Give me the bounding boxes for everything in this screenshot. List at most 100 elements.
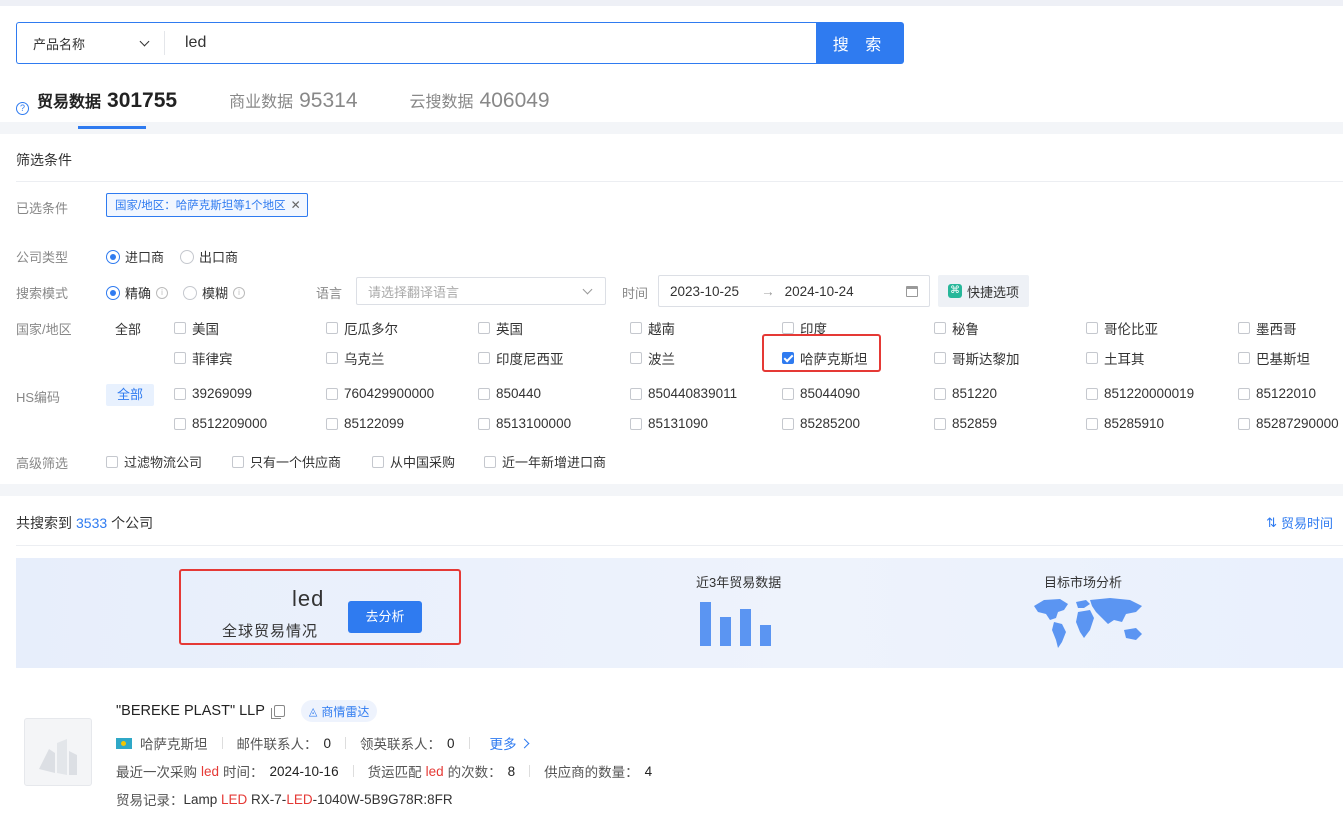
hs-code-checkbox[interactable]: 850440839011 (630, 386, 737, 401)
email-count: 0 (323, 735, 332, 751)
bar-icon-part (700, 602, 711, 646)
radio-importer[interactable]: 进口商 (106, 247, 164, 266)
company-contacts-row: 哈萨克斯坦 邮件联系人： 0 领英联系人： 0 更多 (116, 733, 529, 753)
country-checkbox[interactable]: 越南 (630, 318, 675, 338)
date-from[interactable]: 2023-10-25 (670, 284, 739, 299)
checkbox-label: 土耳其 (1104, 352, 1145, 367)
quick-options-button[interactable]: ⌘ 快捷选项 (938, 275, 1030, 307)
close-icon[interactable]: ✕ (291, 198, 301, 212)
checkbox-box (326, 387, 338, 400)
trade-record-row: 贸易记录： Lamp LED RX-7- LED -1040W-5B9G78R:… (116, 789, 453, 809)
checkbox-label: 从中国采购 (390, 455, 456, 470)
radio-exporter[interactable]: 出口商 (180, 247, 238, 266)
bar-chart-icon[interactable] (700, 600, 778, 646)
checkbox-label: 852859 (952, 416, 998, 431)
selected-condition-chip[interactable]: 国家/地区：哈萨克斯坦等1个地区 ✕ (106, 193, 308, 217)
checkbox-label: 印度尼西亚 (496, 352, 564, 367)
checkbox-label: 85285200 (800, 416, 861, 431)
date-range-picker[interactable]: 2023-10-25 → 2024-10-24 (658, 275, 930, 307)
country-checkbox[interactable]: 英国 (478, 318, 523, 338)
search-field-select[interactable]: 产品名称 (17, 31, 165, 55)
radio-exact[interactable]: 精确 i (106, 283, 169, 302)
country-checkbox[interactable]: 波兰 (630, 348, 675, 368)
tab-cloud-search-data[interactable]: 云搜数据 406049 (410, 80, 550, 128)
hs-code-checkbox[interactable]: 85122099 (326, 416, 404, 431)
hs-code-checkbox[interactable]: 85285910 (1086, 416, 1164, 431)
radio-label: 进口商 (125, 250, 165, 265)
checkbox-box (934, 387, 946, 400)
hs-code-checkbox[interactable]: 760429900000 (326, 386, 434, 401)
hs-code-checkbox[interactable]: 850440 (478, 386, 541, 401)
hs-code-checkbox[interactable]: 852859 (934, 416, 997, 431)
radio-label: 模糊 (202, 286, 229, 301)
country-checkbox[interactable]: 巴基斯坦 (1238, 348, 1310, 368)
country-checkbox[interactable]: 印度尼西亚 (478, 348, 564, 368)
checkbox-box (232, 455, 244, 468)
hs-code-checkbox[interactable]: 85131090 (630, 416, 708, 431)
more-link[interactable]: 更多 (490, 733, 529, 753)
company-name[interactable]: "BEREKE PLAST" LLP (116, 703, 265, 719)
match-prefix: 货运匹配 (367, 765, 422, 780)
company-purchase-row: 最近一次采购 led 时间： 2024-10-16 货运匹配 led 的次数： … (116, 761, 652, 781)
country-checkbox[interactable]: 美国 (174, 318, 219, 338)
radar-tag[interactable]: ◬ 商情雷达 (300, 700, 378, 722)
building-icon (39, 739, 77, 775)
hs-code-checkbox[interactable]: 85285200 (782, 416, 860, 431)
sort-by-trade-time[interactable]: ⇅ 贸易时间 (1266, 513, 1333, 532)
country-checkbox[interactable]: 秘鲁 (934, 318, 979, 338)
hs-code-checkbox[interactable]: 85287290000 (1238, 416, 1339, 431)
radio-label: 精确 (125, 286, 152, 301)
tab-business-data[interactable]: 商业数据 95314 (229, 80, 357, 128)
date-to[interactable]: 2024-10-24 (785, 284, 854, 299)
country-checkbox[interactable]: 厄瓜多尔 (326, 318, 398, 338)
company-name-row: "BEREKE PLAST" LLP ◬ 商情雷达 (116, 700, 378, 722)
advanced-filter-checkbox[interactable]: 只有一个供应商 (232, 452, 341, 471)
company-logo[interactable] (24, 718, 92, 786)
country-checkbox[interactable]: 哥伦比亚 (1086, 318, 1158, 338)
country-checkbox[interactable]: 哥斯达黎加 (934, 348, 1020, 368)
hs-code-checkbox[interactable]: 8512209000 (174, 416, 267, 431)
hs-code-checkbox[interactable]: 8513100000 (478, 416, 571, 431)
hs-code-checkbox[interactable]: 85122010 (1238, 386, 1316, 401)
checkbox-label: 85287290000 (1256, 416, 1339, 431)
hs-all[interactable]: 全部 (106, 384, 154, 406)
search-input[interactable]: led (165, 34, 206, 52)
supplier-count: 4 (644, 763, 653, 779)
tab-trade-data[interactable]: ? 贸易数据 301755 (16, 80, 177, 129)
language-select[interactable]: 请选择翻译语言 (356, 277, 606, 305)
tab-count: 406049 (479, 89, 550, 112)
copy-icon[interactable] (270, 705, 285, 719)
count-number: 3533 (76, 515, 108, 531)
country-checkbox[interactable]: 菲律宾 (174, 348, 233, 368)
checkbox-label: 850440839011 (648, 386, 738, 401)
radio-fuzzy[interactable]: 模糊 i (183, 283, 246, 302)
chevron-down-icon (139, 36, 150, 46)
radio-label: 出口商 (199, 250, 239, 265)
country-checkbox[interactable]: 墨西哥 (1238, 318, 1297, 338)
search-box[interactable]: 产品名称 led (16, 22, 816, 64)
advanced-filter-label: 高级筛选 (16, 456, 69, 471)
country-all[interactable]: 全部 (115, 319, 141, 338)
advanced-filter-checkbox[interactable]: 过滤物流公司 (106, 452, 202, 471)
info-icon[interactable]: i (233, 286, 246, 299)
checkbox-label: 英国 (496, 322, 523, 337)
separator (468, 737, 470, 749)
highlight-box (762, 334, 881, 372)
trade-record-text: RX-7- (247, 791, 287, 807)
checkbox-box (372, 455, 384, 468)
advanced-filter-checkbox[interactable]: 近一年新增进口商 (484, 452, 606, 471)
country-checkbox[interactable]: 土耳其 (1086, 348, 1145, 368)
help-icon[interactable]: ? (16, 101, 29, 115)
checkbox-box (630, 322, 642, 334)
world-map-icon[interactable] (1030, 596, 1148, 650)
country-checkbox[interactable]: 乌克兰 (326, 348, 385, 368)
advanced-filter-checkbox[interactable]: 从中国采购 (372, 452, 455, 471)
search-button[interactable]: 搜 索 (816, 22, 904, 64)
hs-code-checkbox[interactable]: 85044090 (782, 386, 860, 401)
supplier-label: 供应商的数量： (544, 765, 639, 780)
info-icon[interactable]: i (156, 286, 169, 299)
hs-code-checkbox[interactable]: 851220 (934, 386, 997, 401)
hs-code-checkbox[interactable]: 851220000019 (1086, 386, 1194, 401)
hs-code-checkbox[interactable]: 39269099 (174, 386, 252, 401)
tab-count: 95314 (299, 89, 358, 112)
